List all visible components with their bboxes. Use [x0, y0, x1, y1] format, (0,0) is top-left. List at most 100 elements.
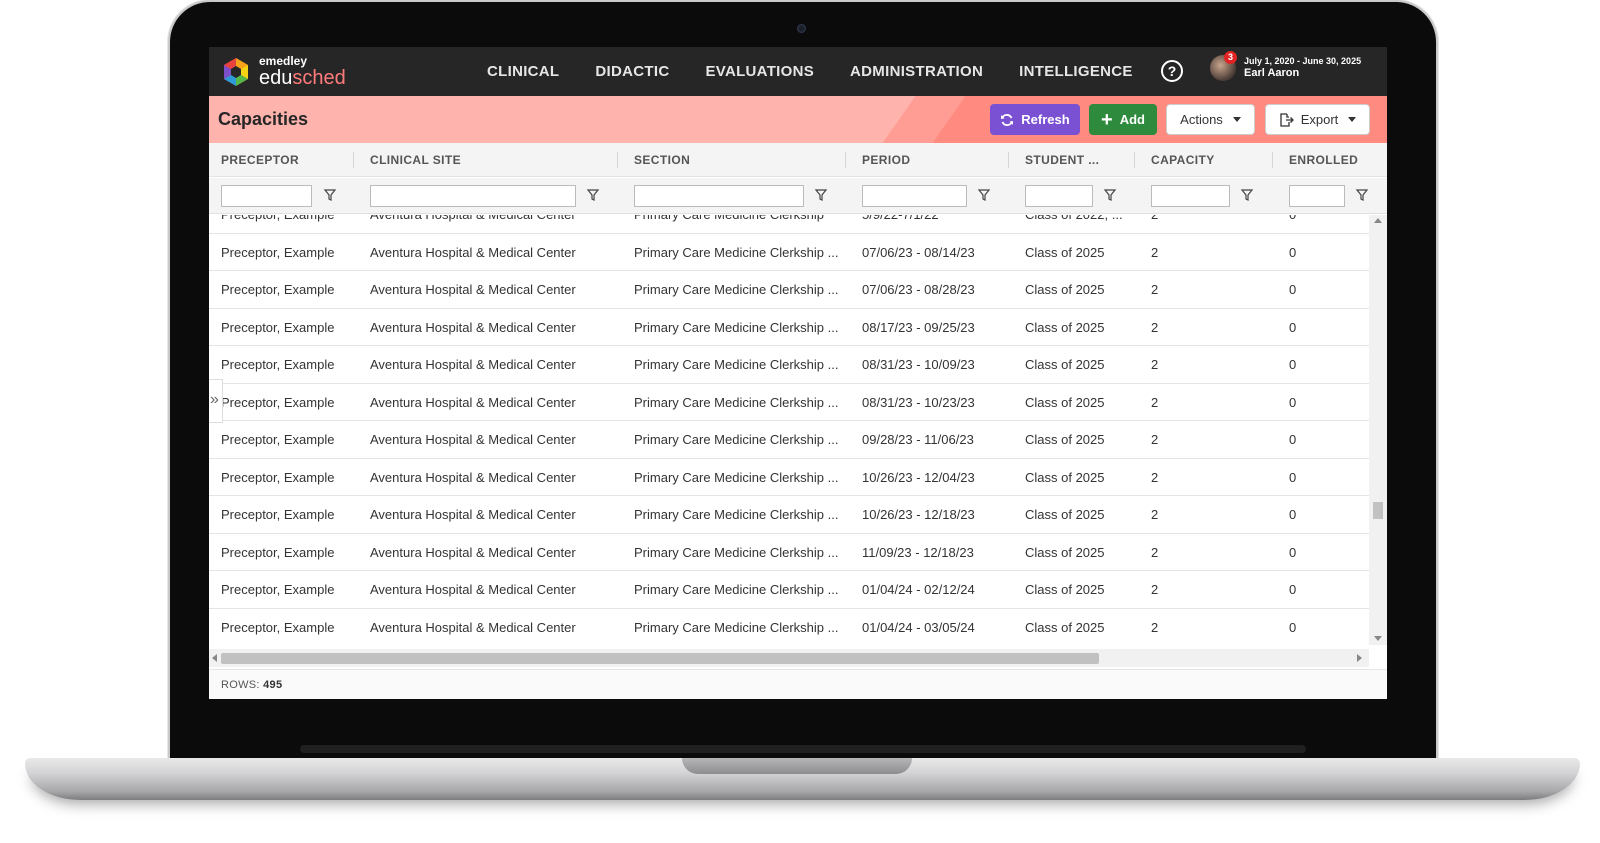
filter-icon[interactable] [323, 188, 337, 202]
refresh-icon [1001, 113, 1014, 126]
column-header-period[interactable]: PERIOD [862, 143, 910, 177]
column-header-capacity[interactable]: CAPACITY [1151, 143, 1215, 177]
column-header-clinical-site[interactable]: CLINICAL SITE [370, 143, 461, 177]
filter-input-period[interactable] [862, 185, 967, 207]
table-row[interactable]: Preceptor, Example Aventura Hospital & Me… [209, 233, 1369, 271]
table-row[interactable]: Preceptor, Example Aventura Hospital & Me… [209, 308, 1369, 346]
export-dropdown[interactable]: Export [1265, 104, 1370, 135]
column-header-student[interactable]: STUDENT ... [1025, 143, 1099, 177]
cell-enrolled: 0 [1289, 507, 1297, 522]
notification-badge[interactable]: 3 [1224, 51, 1237, 64]
filter-input-clinical-site[interactable] [370, 185, 576, 207]
horizontal-scroll-thumb[interactable] [221, 653, 1099, 664]
add-label: Add [1119, 112, 1145, 127]
table-row[interactable]: Preceptor, Example Aventura Hospital & Me… [209, 571, 1369, 609]
table-row[interactable]: Preceptor, Example Aventura Hospital & Me… [209, 215, 1369, 234]
refresh-label: Refresh [1021, 112, 1070, 127]
column-header-section[interactable]: SECTION [634, 143, 690, 177]
column-resizer[interactable] [617, 152, 618, 168]
column-resizer[interactable] [1008, 152, 1009, 168]
user-menu[interactable]: 3 July 1, 2020 - June 30, 2025 Earl Aaro… [1210, 51, 1361, 81]
nav-administration[interactable]: ADMINISTRATION [850, 63, 983, 80]
table-row[interactable]: Preceptor, Example Aventura Hospital & Me… [209, 533, 1369, 571]
table-row[interactable]: Preceptor, Example Aventura Hospital & Me… [209, 421, 1369, 459]
cell-clinical-site: Aventura Hospital & Medical Center [370, 469, 576, 485]
cell-preceptor: Preceptor, Example [221, 357, 335, 372]
filter-input-section[interactable] [634, 185, 804, 207]
column-resizer[interactable] [1272, 152, 1273, 168]
scroll-up-arrow-icon[interactable] [1374, 218, 1382, 223]
nav-intelligence[interactable]: INTELLIGENCE [1019, 63, 1133, 80]
filter-icon[interactable] [586, 188, 600, 202]
cell-period: 07/06/23 - 08/28/23 [862, 282, 975, 297]
filter-icon[interactable] [1103, 188, 1117, 202]
table-row[interactable]: Preceptor, Example Aventura Hospital & Me… [209, 346, 1369, 384]
rows-label: ROWS: [221, 679, 260, 691]
cell-preceptor: Preceptor, Example [221, 244, 335, 260]
column-resizer[interactable] [353, 152, 354, 168]
cell-preceptor: Preceptor, Example [221, 507, 335, 522]
export-icon [1280, 112, 1294, 127]
cell-enrolled: 0 [1289, 619, 1297, 635]
avatar[interactable]: 3 [1210, 51, 1237, 81]
filter-icon[interactable] [814, 188, 828, 202]
column-header-enrolled[interactable]: ENROLLED [1289, 143, 1358, 177]
nav-evaluations[interactable]: EVALUATIONS [705, 63, 814, 80]
help-icon[interactable]: ? [1161, 60, 1183, 82]
cell-period: 01/04/24 - 02/12/24 [862, 582, 975, 597]
scroll-right-arrow-icon[interactable] [1357, 654, 1362, 662]
app-screen: emedley edusched CLINICAL DIDACTIC EVALU… [209, 47, 1387, 699]
cell-student: Class of 2025 [1025, 394, 1105, 410]
cell-period: 09/28/23 - 11/06/23 [862, 432, 974, 447]
cell-student: Class of 2025 [1025, 244, 1105, 260]
cell-student: Class of 2025 [1025, 432, 1105, 447]
vertical-scrollbar[interactable] [1369, 215, 1387, 645]
cell-enrolled: 0 [1289, 432, 1297, 447]
cell-clinical-site: Aventura Hospital & Medical Center [370, 394, 576, 410]
cell-period: 10/26/23 - 12/18/23 [862, 507, 975, 522]
double-chevron-right-icon[interactable]: » [209, 379, 223, 423]
cell-enrolled: 0 [1289, 469, 1297, 485]
cell-capacity: 2 [1151, 507, 1159, 522]
cell-preceptor: Preceptor, Example [221, 469, 335, 485]
nav-clinical[interactable]: CLINICAL [487, 63, 559, 80]
scroll-left-arrow-icon[interactable] [212, 654, 217, 662]
filter-icon[interactable] [1355, 188, 1369, 202]
add-button[interactable]: + Add [1089, 104, 1157, 135]
table-row[interactable]: Preceptor, Example Aventura Hospital & Me… [209, 271, 1369, 309]
column-resizer[interactable] [845, 152, 846, 168]
filter-icon[interactable] [1240, 188, 1254, 202]
table-row[interactable]: Preceptor, Example Aventura Hospital & Me… [209, 608, 1369, 645]
nav-didactic[interactable]: DIDACTIC [595, 63, 669, 80]
cell-capacity: 2 [1151, 282, 1159, 297]
column-resizer[interactable] [1134, 152, 1135, 168]
cell-preceptor: Preceptor, Example [221, 544, 335, 560]
actions-dropdown[interactable]: Actions [1166, 104, 1255, 135]
column-header-preceptor[interactable]: PRECEPTOR [221, 143, 299, 177]
vertical-scroll-thumb[interactable] [1373, 502, 1383, 519]
table-row[interactable]: Preceptor, Example Aventura Hospital & Me… [209, 383, 1369, 421]
filter-input-enrolled[interactable] [1289, 185, 1345, 207]
cell-section: Primary Care Medicine Clerkship ... [634, 507, 839, 522]
scroll-down-arrow-icon[interactable] [1374, 636, 1382, 641]
filter-icon[interactable] [977, 188, 991, 202]
cell-capacity: 2 [1151, 215, 1261, 233]
cell-enrolled: 0 [1289, 215, 1359, 233]
cell-capacity: 2 [1151, 544, 1159, 560]
table-row[interactable]: Preceptor, Example Aventura Hospital & Me… [209, 496, 1369, 534]
table-row[interactable]: Preceptor, Example Aventura Hospital & Me… [209, 458, 1369, 496]
app-logo[interactable]: emedley edusched [221, 55, 346, 88]
horizontal-scrollbar[interactable] [209, 649, 1369, 667]
cell-period: 08/17/23 - 09/25/23 [862, 319, 975, 335]
filter-input-capacity[interactable] [1151, 185, 1230, 207]
page-title: Capacities [218, 109, 309, 129]
cell-enrolled: 0 [1289, 394, 1297, 410]
grid-header: PRECEPTOR CLINICAL SITE SECTION PERIOD S… [209, 143, 1387, 177]
refresh-button[interactable]: Refresh [990, 104, 1080, 135]
filter-input-student[interactable] [1025, 185, 1093, 207]
actions-label: Actions [1180, 112, 1223, 127]
cell-student: Class of 2025 [1025, 582, 1105, 597]
logo-hexagon-icon [224, 57, 248, 86]
filter-input-preceptor[interactable] [221, 185, 312, 207]
cell-enrolled: 0 [1289, 319, 1297, 335]
